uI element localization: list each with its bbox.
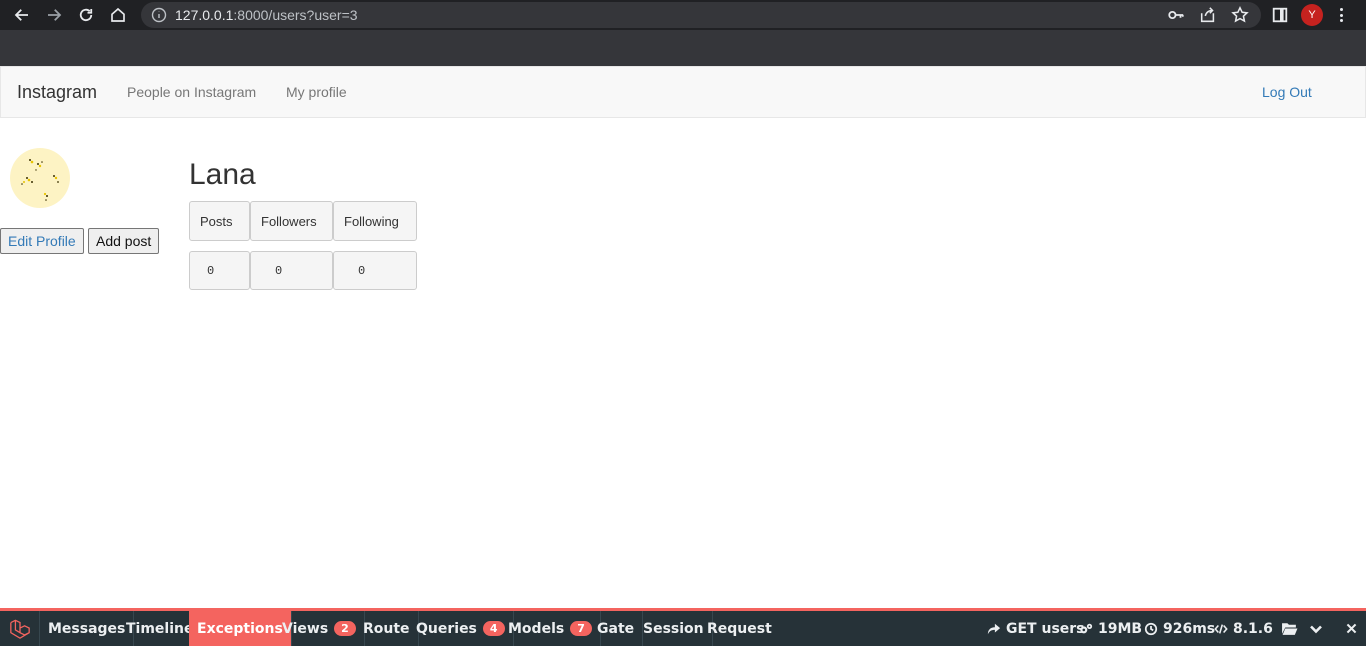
stat-value-following: 0 <box>333 251 417 290</box>
memory-text: 19MB <box>1098 620 1143 637</box>
route-text: GET users <box>1006 620 1085 637</box>
tab-label: Session <box>643 620 704 637</box>
stat-value-followers: 0 <box>250 251 333 290</box>
debugbar-tab-request[interactable]: Request <box>699 611 780 646</box>
debugbar-tab-views[interactable]: Views 2 <box>274 611 365 646</box>
tab-label: Messages <box>48 620 126 637</box>
tab-label: Exceptions <box>197 620 283 637</box>
address-bar[interactable]: 127.0.0.1:8000/users?user=3 <box>141 2 1261 28</box>
info-icon[interactable] <box>151 7 167 23</box>
clock-icon <box>1144 622 1158 635</box>
profile-username: Lana <box>189 158 256 191</box>
debugbar-tab-queries[interactable]: Queries 4 <box>408 611 514 646</box>
tab-label: Request <box>707 620 772 637</box>
nav-my-profile-link[interactable]: My profile <box>286 84 347 100</box>
reload-icon[interactable] <box>74 3 98 27</box>
chevron-down-icon[interactable] <box>1303 611 1334 646</box>
stat-header-posts: Posts <box>189 201 250 241</box>
share-arrow-icon <box>987 623 1001 634</box>
nav-people-link[interactable]: People on Instagram <box>127 84 256 100</box>
php-version-text: 8.1.6 <box>1233 620 1273 637</box>
cogs-icon <box>1080 623 1093 633</box>
stat-header-followers: Followers <box>250 201 333 241</box>
stat-header-following: Following <box>333 201 417 241</box>
tab-label: Timeline <box>126 620 194 637</box>
menu-kebab-icon[interactable] <box>1337 6 1345 24</box>
debugbar-memory: 19MB <box>1074 611 1147 646</box>
browser-toolbar: 127.0.0.1:8000/users?user=3 Y <box>0 0 1366 30</box>
stat-value-posts: 0 <box>189 251 250 290</box>
bookmark-star-icon[interactable] <box>1231 6 1249 24</box>
time-text: 926ms <box>1163 620 1216 637</box>
url-host: 127.0.0.1 <box>175 7 234 23</box>
laravel-logo-icon[interactable] <box>0 611 40 646</box>
debugbar-tab-models[interactable]: Models 7 <box>500 611 601 646</box>
url-text[interactable]: 127.0.0.1:8000/users?user=3 <box>175 7 358 23</box>
app-navbar: Instagram People on Instagram My profile… <box>0 66 1366 118</box>
debugbar: Messages Timeline Exceptions Views 2 Rout… <box>0 608 1366 646</box>
key-icon[interactable] <box>1167 6 1185 24</box>
side-panel-icon[interactable] <box>1271 6 1289 24</box>
home-icon[interactable] <box>106 3 130 27</box>
tab-label: Models <box>508 620 565 637</box>
url-path: :8000/users?user=3 <box>233 7 358 23</box>
debugbar-php-version: 8.1.6 <box>1209 611 1278 646</box>
add-post-button[interactable]: Add post <box>88 228 160 254</box>
profile-picture <box>10 148 70 208</box>
views-count-badge: 2 <box>334 621 356 636</box>
back-icon[interactable] <box>10 3 34 27</box>
tab-label: Views <box>282 620 329 637</box>
brand-link[interactable]: Instagram <box>17 82 97 103</box>
profile-avatar[interactable]: Y <box>1301 4 1323 26</box>
forward-icon[interactable] <box>42 3 66 27</box>
share-icon[interactable] <box>1199 6 1217 24</box>
close-icon[interactable] <box>1340 611 1366 646</box>
browser-chrome: 127.0.0.1:8000/users?user=3 Y <box>0 0 1366 66</box>
tab-label: Route <box>363 620 410 637</box>
edit-profile-button[interactable]: Edit Profile <box>0 228 84 254</box>
code-icon <box>1214 623 1228 634</box>
debugbar-time: 926ms <box>1139 611 1220 646</box>
logout-link[interactable]: Log Out <box>1262 84 1312 100</box>
tab-label: Gate <box>597 620 635 637</box>
tab-label: Queries <box>416 620 477 637</box>
